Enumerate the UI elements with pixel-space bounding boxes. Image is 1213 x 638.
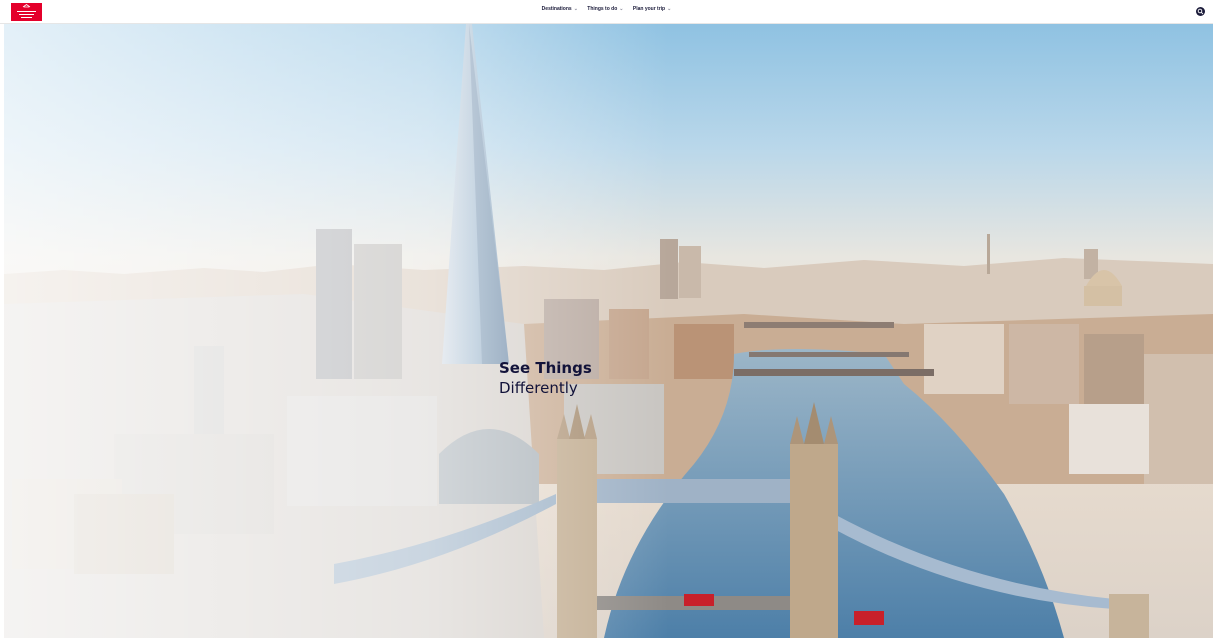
search-icon [1197,8,1204,15]
nav-item-label: Things to do [587,6,618,12]
nav-item-label: Plan your trip [632,6,666,12]
main-nav: Destinations ⌄ Things to do ⌄ Plan your tr… [0,6,1213,12]
top-navigation-bar: Destinations ⌄ Things to do ⌄ Plan your tr… [0,0,1213,24]
hero-image [4,24,1213,638]
nav-item-plan-your-trip[interactable]: Plan your trip ⌄ [633,6,671,12]
chevron-down-icon: ⌄ [619,6,624,12]
chevron-down-icon: ⌄ [667,6,672,12]
headline-line-2: Differently [499,379,578,397]
headline-line-1: See Things [499,359,592,377]
hero-banner: See Things Differently [4,24,1213,638]
nav-item-label: Destinations [541,6,572,12]
nav-item-things-to-do[interactable]: Things to do ⌄ [587,6,623,12]
nav-item-destinations[interactable]: Destinations ⌄ [542,6,578,12]
chevron-down-icon: ⌄ [573,6,578,12]
hero-headline: See Things Differently [499,358,592,398]
search-button[interactable] [1196,7,1205,16]
